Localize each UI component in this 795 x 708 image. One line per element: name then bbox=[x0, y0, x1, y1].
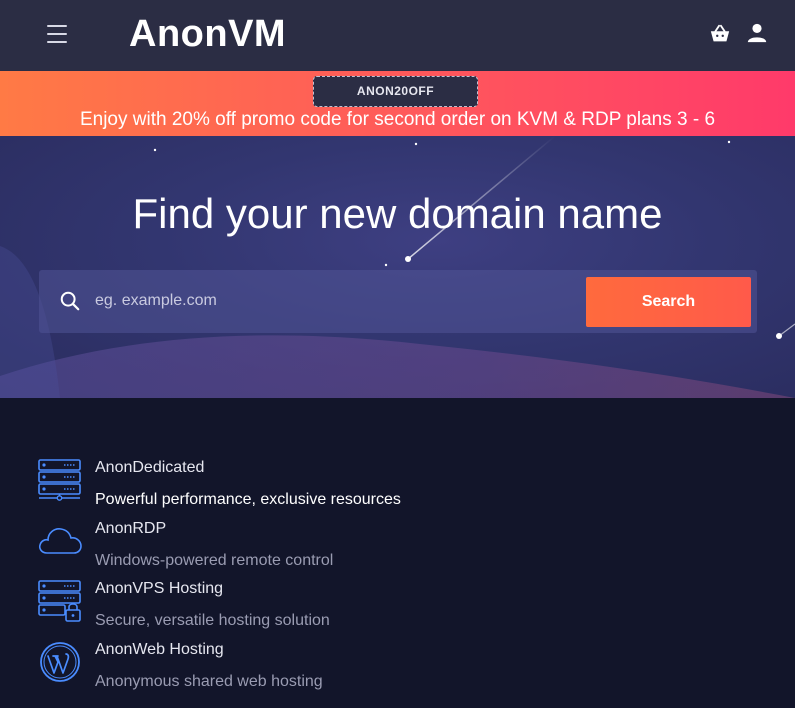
domain-search-input[interactable] bbox=[95, 284, 575, 318]
service-title: AnonDedicated bbox=[95, 459, 205, 476]
service-title: AnonWeb Hosting bbox=[95, 641, 224, 658]
domain-search-bar: Search bbox=[39, 270, 757, 333]
promo-code-badge[interactable]: ANON20OFF bbox=[313, 76, 478, 107]
service-description: Powerful performance, exclusive resource… bbox=[95, 491, 401, 508]
service-item-anondedicated[interactable]: AnonDedicated Powerful performance, excl… bbox=[38, 459, 738, 519]
service-item-anonweb-hosting[interactable]: AnonWeb Hosting Anonymous shared web hos… bbox=[38, 641, 738, 701]
hamburger-menu-icon[interactable] bbox=[47, 25, 67, 45]
service-title: AnonRDP bbox=[95, 520, 167, 537]
services-list: AnonDedicated Powerful performance, excl… bbox=[0, 398, 795, 708]
service-description: Anonymous shared web hosting bbox=[95, 673, 323, 690]
service-description: Secure, versatile hosting solution bbox=[95, 612, 330, 629]
search-button[interactable]: Search bbox=[586, 277, 751, 327]
promo-text: Enjoy with 20% off promo code for second… bbox=[79, 109, 716, 130]
domain-search-hero: Find your new domain name Search bbox=[0, 136, 795, 398]
search-icon bbox=[60, 291, 80, 311]
service-item-anonrdp[interactable]: AnonRDP Windows-powered remote control bbox=[38, 520, 738, 580]
server-lock-icon bbox=[38, 580, 81, 622]
promo-banner: ANON20OFF Enjoy with 20% off promo code … bbox=[0, 71, 795, 136]
user-icon[interactable] bbox=[746, 22, 768, 44]
basket-icon[interactable] bbox=[709, 23, 731, 45]
wordpress-icon bbox=[40, 642, 80, 682]
hero-background-decoration bbox=[0, 136, 795, 398]
hero-title: Find your new domain name bbox=[132, 190, 663, 237]
top-navbar: AnonVM bbox=[0, 0, 795, 71]
service-item-anonvps-hosting[interactable]: AnonVPS Hosting Secure, versatile hostin… bbox=[38, 580, 738, 640]
site-logo[interactable]: AnonVM bbox=[129, 13, 286, 56]
server-icon bbox=[38, 459, 81, 501]
cloud-icon bbox=[38, 528, 82, 554]
service-title: AnonVPS Hosting bbox=[95, 580, 224, 597]
service-description: Windows-powered remote control bbox=[95, 552, 334, 569]
